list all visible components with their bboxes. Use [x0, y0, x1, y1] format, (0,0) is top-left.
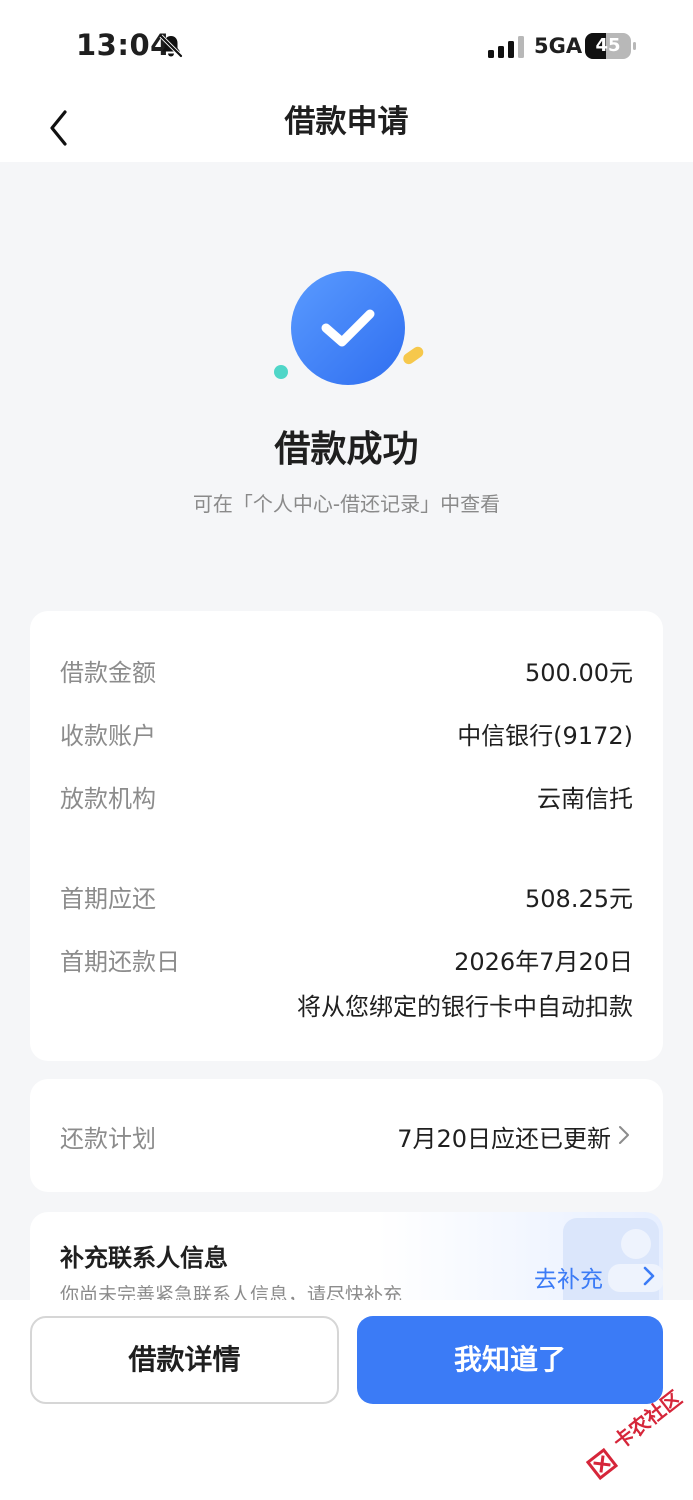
- status-bar: 13:04 5GA 45: [0, 0, 693, 92]
- repayment-plan-label: 还款计划: [60, 1125, 156, 1153]
- network-type: 5GA: [534, 34, 583, 58]
- lending-institution-label: 放款机构: [60, 785, 156, 813]
- back-button[interactable]: [38, 100, 88, 150]
- result-title: 借款成功: [274, 429, 419, 470]
- loan-details-button[interactable]: 借款详情: [30, 1316, 339, 1404]
- success-check-icon: [274, 271, 424, 385]
- add-contact-link[interactable]: 去补充: [534, 1260, 603, 1294]
- repayment-plan-value: 7月20日应还已更新: [397, 1125, 611, 1153]
- first-repayment-value: 508.25元: [525, 885, 633, 913]
- chevron-right-icon: [643, 1266, 655, 1286]
- loan-amount-label: 借款金额: [60, 659, 156, 687]
- signal-icon: [488, 36, 524, 58]
- chevron-right-icon: [619, 1126, 629, 1144]
- nav-bar: 借款申请: [0, 92, 693, 162]
- receiving-account-value: 中信银行(9172): [457, 722, 633, 750]
- status-time: 13:04: [76, 28, 171, 62]
- page-title: 借款申请: [284, 104, 409, 140]
- auto-debit-note: 将从您绑定的银行卡中自动扣款: [297, 993, 633, 1021]
- repayment-plan-row[interactable]: 还款计划 7月20日应还已更新: [30, 1079, 663, 1192]
- loan-detail-card: 借款金额 500.00元 收款账户 中信银行(9172) 放款机构 云南信托 首…: [30, 611, 663, 1061]
- result-subtitle: 可在「个人中心-借还记录」中查看: [192, 492, 501, 516]
- battery-icon: 45: [585, 33, 637, 59]
- first-repayment-date-value: 2026年7月20日: [454, 948, 633, 976]
- battery-percent: 45: [595, 35, 621, 56]
- first-repayment-label: 首期应还: [60, 885, 156, 913]
- contact-title: 补充联系人信息: [60, 1244, 228, 1272]
- first-repayment-date-label: 首期还款日: [60, 948, 180, 976]
- loan-amount-value: 500.00元: [525, 659, 633, 687]
- receiving-account-label: 收款账户: [60, 722, 156, 750]
- bell-muted-icon: [159, 34, 183, 58]
- got-it-button[interactable]: 我知道了: [357, 1316, 663, 1404]
- lending-institution-value: 云南信托: [537, 785, 633, 813]
